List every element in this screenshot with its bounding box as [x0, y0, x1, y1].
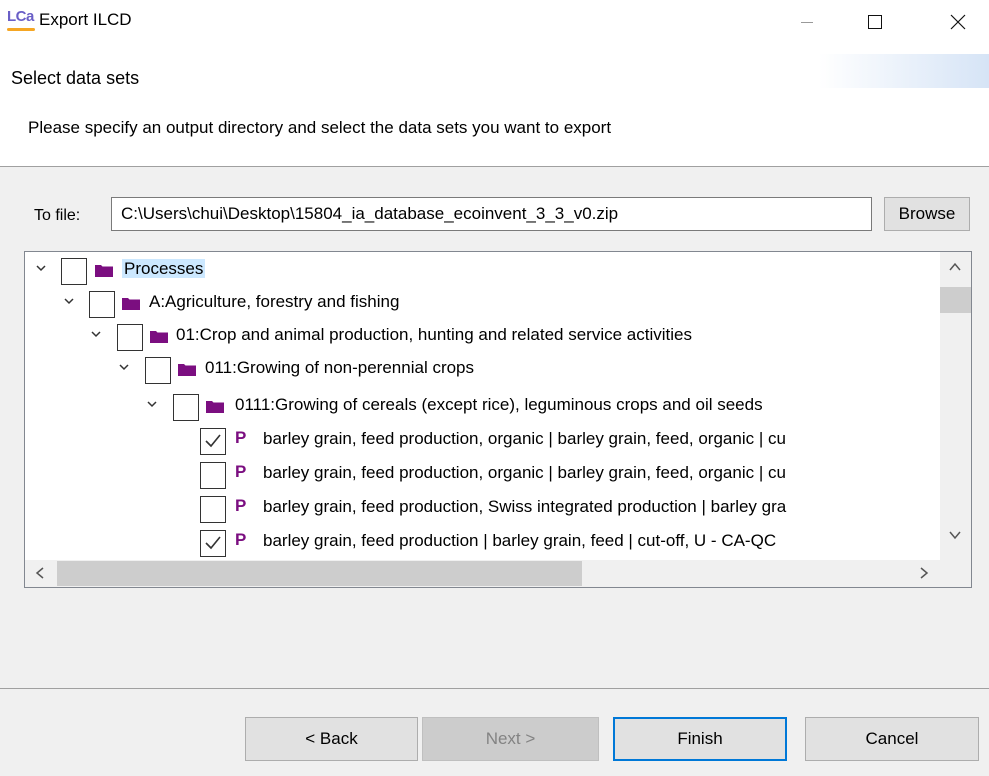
- tree-row-label: barley grain, feed production | barley g…: [263, 531, 777, 550]
- tree-row[interactable]: 0111:Growing of cereals (except rice), l…: [25, 389, 940, 421]
- folder-icon: [95, 265, 113, 277]
- tree-checkbox[interactable]: [200, 496, 226, 523]
- horizontal-scrollbar[interactable]: [25, 560, 940, 587]
- app-logo-text: LCa: [7, 8, 34, 25]
- tree-checkbox-checked[interactable]: [200, 428, 226, 455]
- maximize-button[interactable]: [852, 0, 898, 44]
- chevron-down-icon[interactable]: [63, 295, 75, 307]
- wizard-button-bar: < Back Next > Finish Cancel: [0, 689, 989, 776]
- chevron-down-icon[interactable]: [90, 328, 102, 340]
- process-icon: P: [235, 462, 247, 481]
- to-file-label: To file:: [34, 207, 81, 224]
- tree-row[interactable]: Processes: [25, 253, 940, 285]
- window-title: Export ILCD: [39, 10, 132, 29]
- tree-row[interactable]: P barley grain, feed production, organic…: [25, 457, 940, 489]
- tree-checkbox[interactable]: [61, 258, 87, 285]
- tree-row-label: 01:Crop and animal production, hunting a…: [176, 325, 692, 344]
- tree-checkbox[interactable]: [117, 324, 143, 351]
- wizard-content: To file: C:\Users\chui\Desktop\15804_ia_…: [0, 167, 989, 688]
- scroll-right-icon[interactable]: [919, 567, 929, 579]
- tree-row[interactable]: P barley grain, feed production, Swiss i…: [25, 491, 940, 523]
- folder-icon: [150, 331, 168, 343]
- browse-button[interactable]: Browse: [884, 197, 970, 231]
- scroll-up-icon[interactable]: [949, 262, 961, 272]
- chevron-down-icon[interactable]: [35, 262, 47, 274]
- tree-checkbox[interactable]: [89, 291, 115, 318]
- page-title: Select data sets: [11, 68, 140, 88]
- process-icon: P: [235, 428, 247, 447]
- folder-icon: [178, 364, 196, 376]
- close-icon: [950, 14, 966, 30]
- tree-row[interactable]: 01:Crop and animal production, hunting a…: [25, 319, 940, 351]
- tree-row[interactable]: A:Agriculture, forestry and fishing: [25, 286, 940, 318]
- tree-checkbox[interactable]: [145, 357, 171, 384]
- app-logo-icon: LCa: [7, 8, 43, 31]
- minimize-icon: [801, 21, 813, 23]
- tree-row-label: barley grain, feed production, Swiss int…: [263, 497, 787, 516]
- title-bar: LCa Export ILCD: [0, 0, 989, 44]
- page-description: Please specify an output directory and s…: [28, 118, 612, 137]
- to-file-input[interactable]: C:\Users\chui\Desktop\15804_ia_database_…: [111, 197, 872, 231]
- vertical-scrollbar[interactable]: [940, 252, 971, 560]
- tree-row[interactable]: 011:Growing of non-perennial crops: [25, 352, 940, 384]
- horizontal-scroll-thumb[interactable]: [57, 561, 582, 586]
- checkmark-icon: [205, 536, 221, 550]
- process-icon: P: [235, 496, 247, 515]
- folder-icon: [122, 298, 140, 310]
- folder-icon: [206, 401, 224, 413]
- scroll-down-icon[interactable]: [949, 530, 961, 540]
- data-set-tree[interactable]: Processes A:Agriculture, forestry and fi…: [24, 251, 972, 588]
- wizard-header: Select data sets Please specify an outpu…: [0, 44, 989, 166]
- header-banner-graphic: [819, 54, 989, 88]
- tree-row-label: barley grain, feed production, organic |…: [263, 429, 786, 448]
- tree-checkbox-checked[interactable]: [200, 530, 226, 557]
- process-icon: P: [235, 530, 247, 549]
- cancel-button[interactable]: Cancel: [805, 717, 979, 761]
- scroll-left-icon[interactable]: [35, 567, 45, 579]
- scrollbar-corner: [940, 560, 971, 587]
- tree-row-label: 011:Growing of non-perennial crops: [205, 358, 475, 377]
- checkmark-icon: [205, 434, 221, 448]
- chevron-down-icon[interactable]: [118, 361, 130, 373]
- tree-checkbox[interactable]: [200, 462, 226, 489]
- next-button: Next >: [422, 717, 599, 761]
- back-button[interactable]: < Back: [245, 717, 418, 761]
- finish-button[interactable]: Finish: [613, 717, 787, 761]
- vertical-scroll-thumb[interactable]: [940, 287, 971, 313]
- maximize-icon: [868, 15, 882, 29]
- tree-row-label: 0111:Growing of cereals (except rice), l…: [235, 395, 763, 414]
- minimize-button[interactable]: [784, 0, 830, 44]
- chevron-down-icon[interactable]: [146, 398, 158, 410]
- tree-row-label: barley grain, feed production, organic |…: [263, 463, 786, 482]
- tree-row[interactable]: P barley grain, feed production, organic…: [25, 423, 940, 455]
- tree-row-label: Processes: [122, 259, 206, 278]
- close-button[interactable]: [935, 0, 981, 44]
- tree-checkbox[interactable]: [173, 394, 199, 421]
- tree-row-label: A:Agriculture, forestry and fishing: [149, 292, 400, 311]
- tree-row[interactable]: P barley grain, feed production | barley…: [25, 525, 940, 557]
